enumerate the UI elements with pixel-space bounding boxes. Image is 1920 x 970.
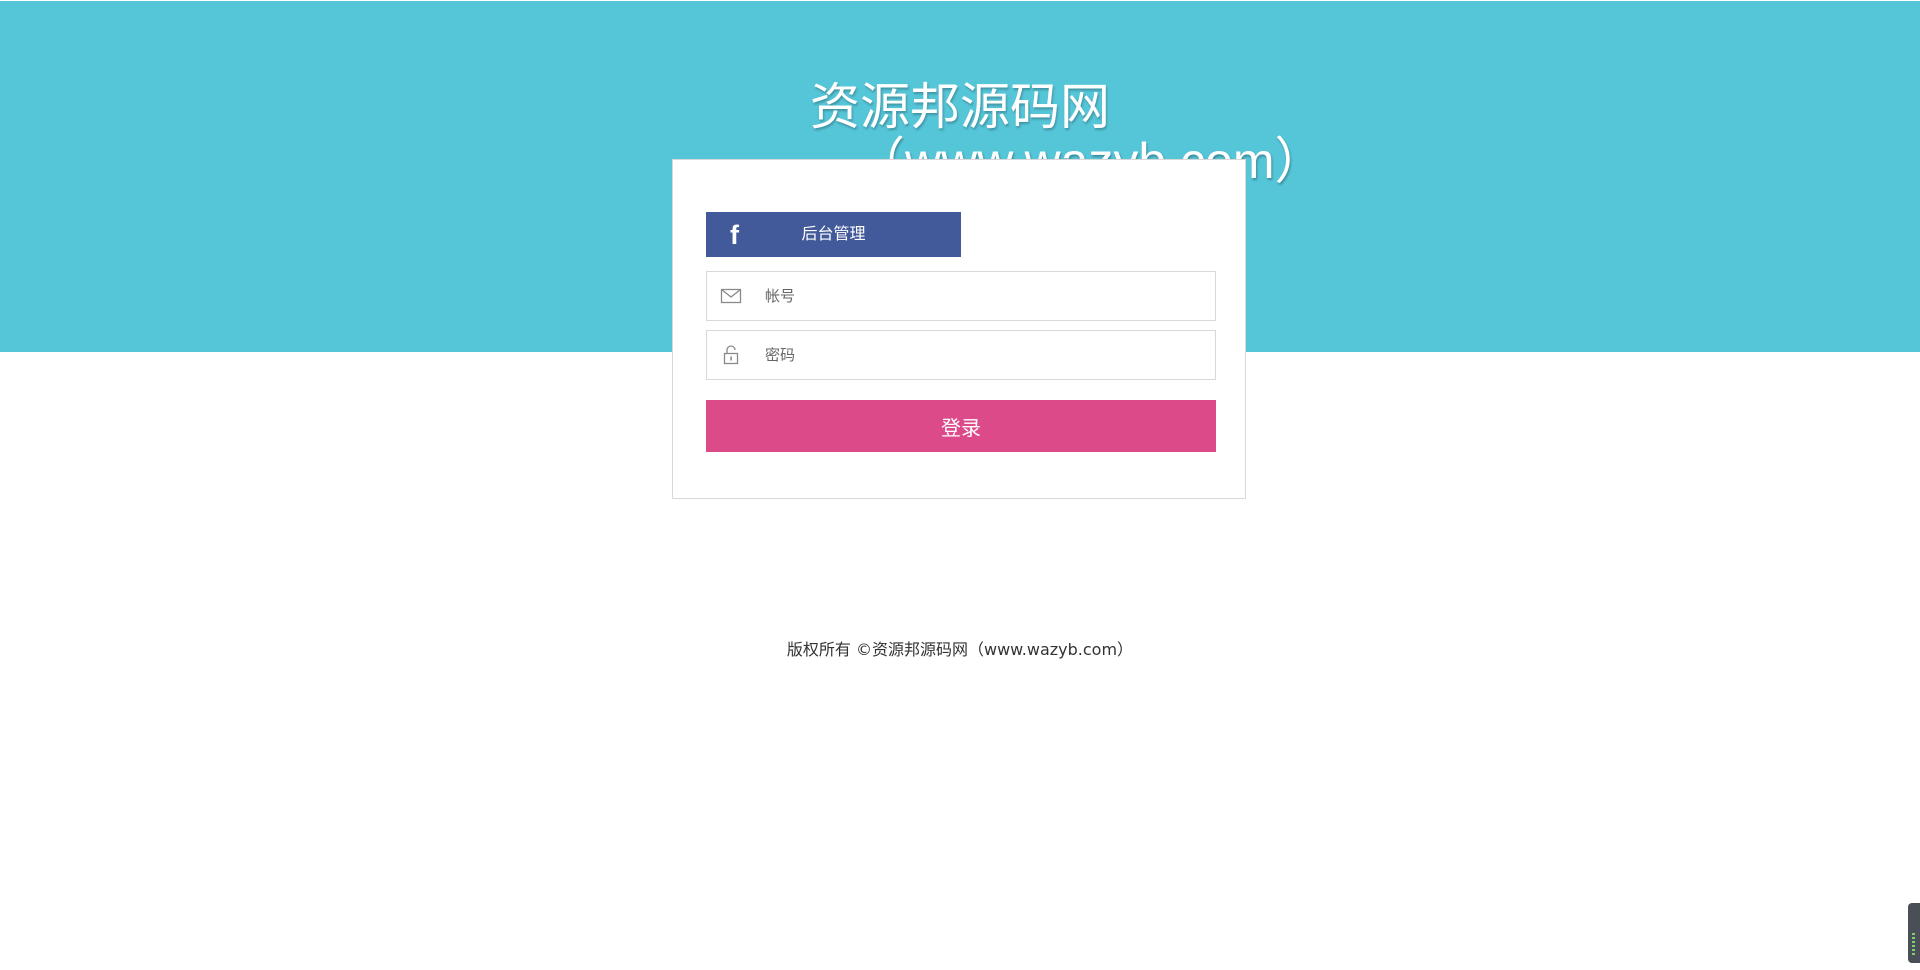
lock-icon — [720, 345, 742, 365]
account-field[interactable] — [706, 271, 1216, 321]
side-widget-handle[interactable] — [1908, 903, 1920, 963]
password-field[interactable] — [706, 330, 1216, 380]
copyright-footer: 版权所有 ©资源邦源码网（www.wazyb.com） — [786, 640, 1134, 659]
account-input[interactable] — [765, 272, 1195, 320]
login-button[interactable]: 登录 — [706, 400, 1216, 452]
login-card: f 后台管理 登录 — [672, 159, 1246, 499]
side-widget-indicator — [1912, 933, 1915, 957]
password-input[interactable] — [765, 331, 1195, 379]
envelope-icon — [720, 286, 742, 306]
admin-management-button[interactable]: f 后台管理 — [706, 212, 961, 257]
admin-management-label: 后台管理 — [801, 226, 866, 243]
